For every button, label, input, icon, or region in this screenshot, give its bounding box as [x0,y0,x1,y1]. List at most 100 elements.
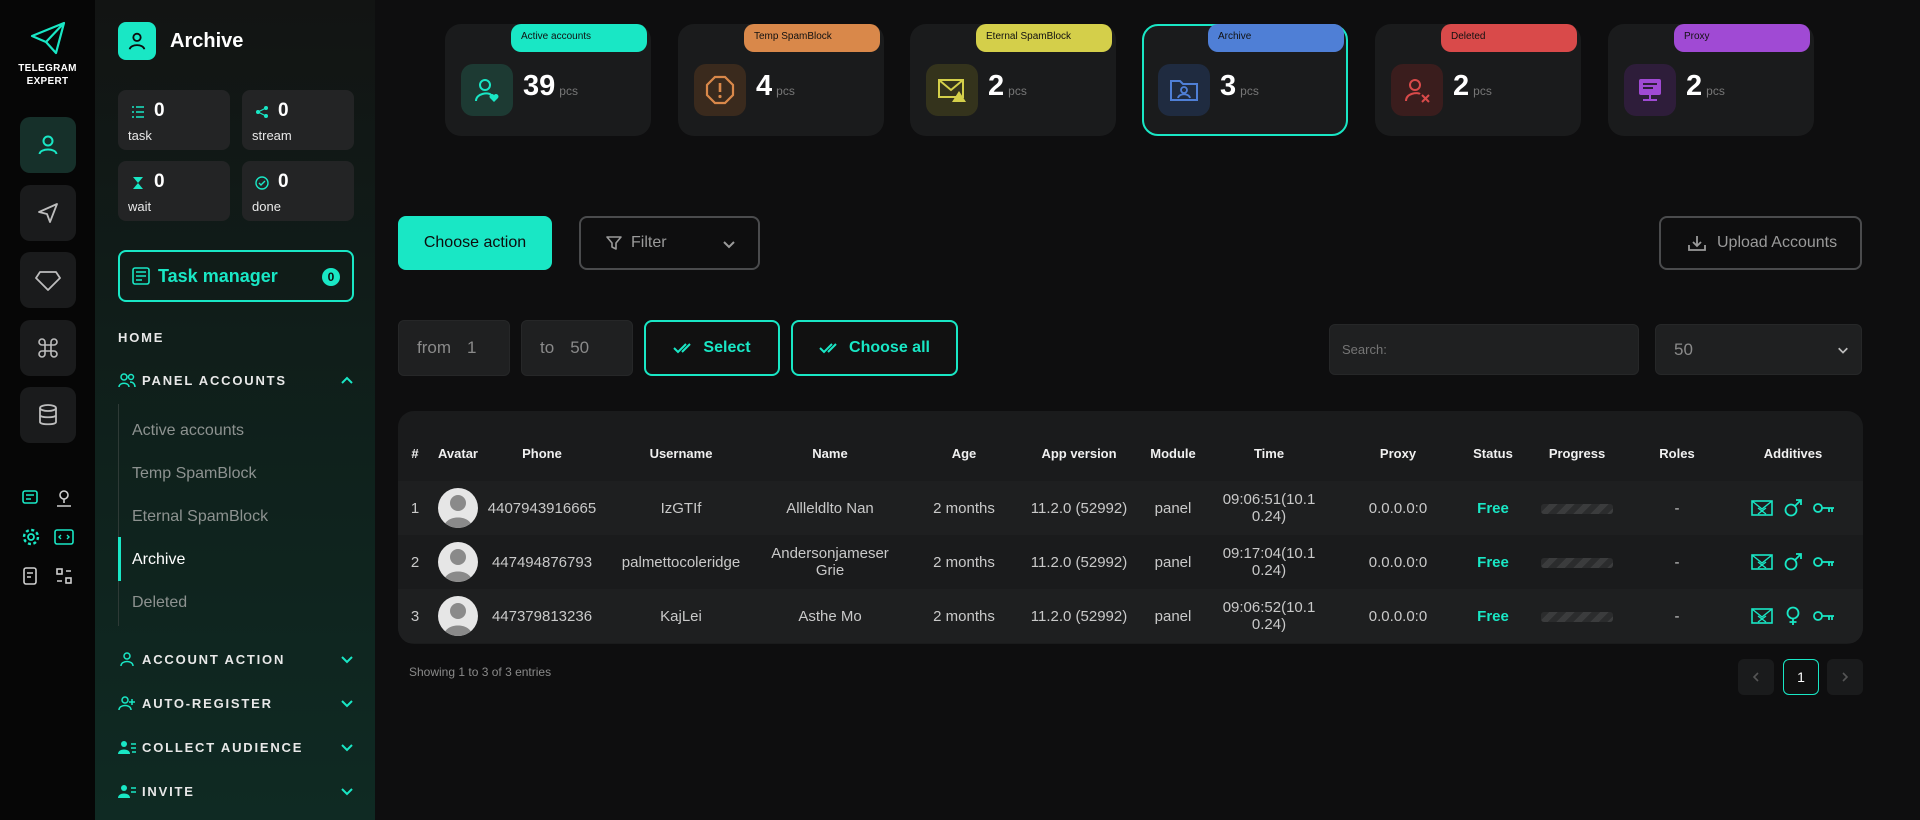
rail-diamond-button[interactable] [20,252,76,308]
rail-send-button[interactable] [20,185,76,241]
mail-x-icon[interactable] [1751,607,1773,625]
avatar[interactable] [438,488,478,528]
col-header-progress[interactable]: Progress [1532,446,1622,461]
subnav-temp-spamblock[interactable]: Temp SpamBlock [132,465,257,483]
tab-temp-spamblock[interactable]: Temp SpamBlock 4 pcs [678,24,884,136]
row-additives [1751,606,1845,626]
rail-mini-location-button[interactable] [52,486,76,510]
subnav-eternal-spamblock[interactable]: Eternal SpamBlock [132,508,268,526]
nav-account-action[interactable]: ACCOUNT ACTION [118,650,354,668]
rail-mini-gear-button[interactable] [19,525,43,549]
nav-home[interactable]: HOME [118,330,164,345]
stat-wait: 0 wait [118,161,230,221]
mail-x-icon[interactable] [1751,499,1773,517]
telegram-logo-icon [30,21,65,55]
brand-logo[interactable]: TELEGRAM EXPERT [0,18,95,88]
row-name: Andersonjameser Grie [771,545,889,579]
col-header-avatar: Avatar [438,446,478,461]
table-row[interactable]: 3 447379813236 KajLei Asthe Mo 2 months … [398,589,1863,643]
task-manager-button[interactable]: Task manager 0 [118,250,354,302]
key-icon[interactable] [1813,555,1835,569]
nav-home-label: HOME [118,330,165,345]
col-header-age[interactable]: Age [914,446,1014,461]
pagination-page-1[interactable]: 1 [1783,659,1819,695]
stat-stream-label: stream [252,128,292,143]
stat-done-value: 0 [278,171,289,192]
nav-collect-audience[interactable]: COLLECT AUDIENCE [118,738,354,756]
stat-stream: 0 stream [242,90,354,150]
double-check-icon [673,343,692,354]
subnav-deleted[interactable]: Deleted [132,594,187,612]
col-header-time[interactable]: Time [1210,446,1328,461]
subnav-archive[interactable]: Archive [132,551,185,569]
mail-x-icon[interactable] [1751,553,1773,571]
pagination-prev-button[interactable] [1738,659,1774,695]
select-button[interactable]: Select [644,320,780,376]
key-icon[interactable] [1813,501,1835,515]
choose-all-button[interactable]: Choose all [791,320,958,376]
chevron-down-icon [341,700,353,708]
subnav-active-indicator [118,537,121,581]
col-header-proxy[interactable]: Proxy [1338,446,1458,461]
tab-deleted[interactable]: Deleted 2 pcs [1375,24,1581,136]
nav-auto-register[interactable]: AUTO-REGISTER [118,694,354,712]
rail-accounts-button[interactable] [20,117,76,173]
choose-action-button[interactable]: Choose action [398,216,552,270]
tab-proxy[interactable]: Proxy 2 pcs [1608,24,1814,136]
pagination-next-button[interactable] [1827,659,1863,695]
avatar[interactable] [438,596,478,636]
page-size-select[interactable]: 50 [1655,324,1862,375]
nav-invite[interactable]: INVITE [118,782,354,800]
filter-label: Filter [631,234,667,251]
rail-command-button[interactable] [20,320,76,376]
nav-panel-accounts[interactable]: PANEL ACCOUNTS [118,371,354,389]
col-header-app-version[interactable]: App version [1024,446,1134,461]
col-header-status[interactable]: Status [1458,446,1528,461]
user-list-icon [118,738,136,756]
rail-mini-list-button[interactable] [19,486,43,510]
key-icon[interactable] [1813,609,1835,623]
brand-name-line2: EXPERT [26,76,69,87]
chevron-down-icon [1838,347,1848,354]
send-icon [38,203,58,223]
avatar[interactable] [438,542,478,582]
col-header-phone[interactable]: Phone [482,446,602,461]
archive-user-icon [118,22,156,60]
col-header-name[interactable]: Name [756,446,904,461]
col-header-username[interactable]: Username [606,446,756,461]
tab-eternal-spamblock[interactable]: Eternal SpamBlock 2 pcs [910,24,1116,136]
subnav-active-accounts[interactable]: Active accounts [132,422,244,440]
range-to-input[interactable]: to 50 [521,320,633,376]
rail-mini-code-button[interactable] [52,525,76,549]
row-name: Asthe Mo [798,608,862,625]
row-age: 2 months [933,608,995,625]
row-num: 2 [410,554,420,571]
proxy-server-icon [1624,64,1676,116]
row-additives [1751,498,1845,518]
tab-archive[interactable]: Archive 3 pcs [1142,24,1348,136]
accounts-table: # Avatar Phone Username Name Age App ver… [398,411,1863,644]
rail-mini-doc-button[interactable] [19,564,43,588]
row-time: 09:06:52(10.10.24) [1222,599,1316,633]
row-status: Free [1477,608,1509,625]
document-check-icon [23,567,37,585]
location-pin-icon [57,490,71,507]
table-row[interactable]: 1 4407943916665 IzGTIf Allleldlto Nan 2 … [398,481,1863,535]
range-from-input[interactable]: from 1 [398,320,510,376]
table-row[interactable]: 2 447494876793 palmettocoleridge Anderso… [398,535,1863,589]
col-header-module[interactable]: Module [1138,446,1208,461]
nav-panel-accounts-label: PANEL ACCOUNTS [142,372,287,388]
filter-dropdown[interactable]: Filter [579,216,760,270]
col-header-roles[interactable]: Roles [1632,446,1722,461]
rail-mini-swap-button[interactable] [52,564,76,588]
row-username: palmettocoleridge [621,554,741,571]
select-label: Select [703,339,751,356]
tab-active-accounts-count: 39 pcs [523,70,578,102]
rail-database-button[interactable] [20,387,76,443]
upload-icon [1688,236,1706,251]
upload-accounts-button[interactable]: Upload Accounts [1659,216,1862,270]
tab-eternal-spamblock-label: Eternal SpamBlock [976,24,1112,52]
tab-active-accounts[interactable]: Active accounts 39 pcs [445,24,651,136]
search-input[interactable] [1329,324,1639,375]
diamond-icon [35,271,61,291]
